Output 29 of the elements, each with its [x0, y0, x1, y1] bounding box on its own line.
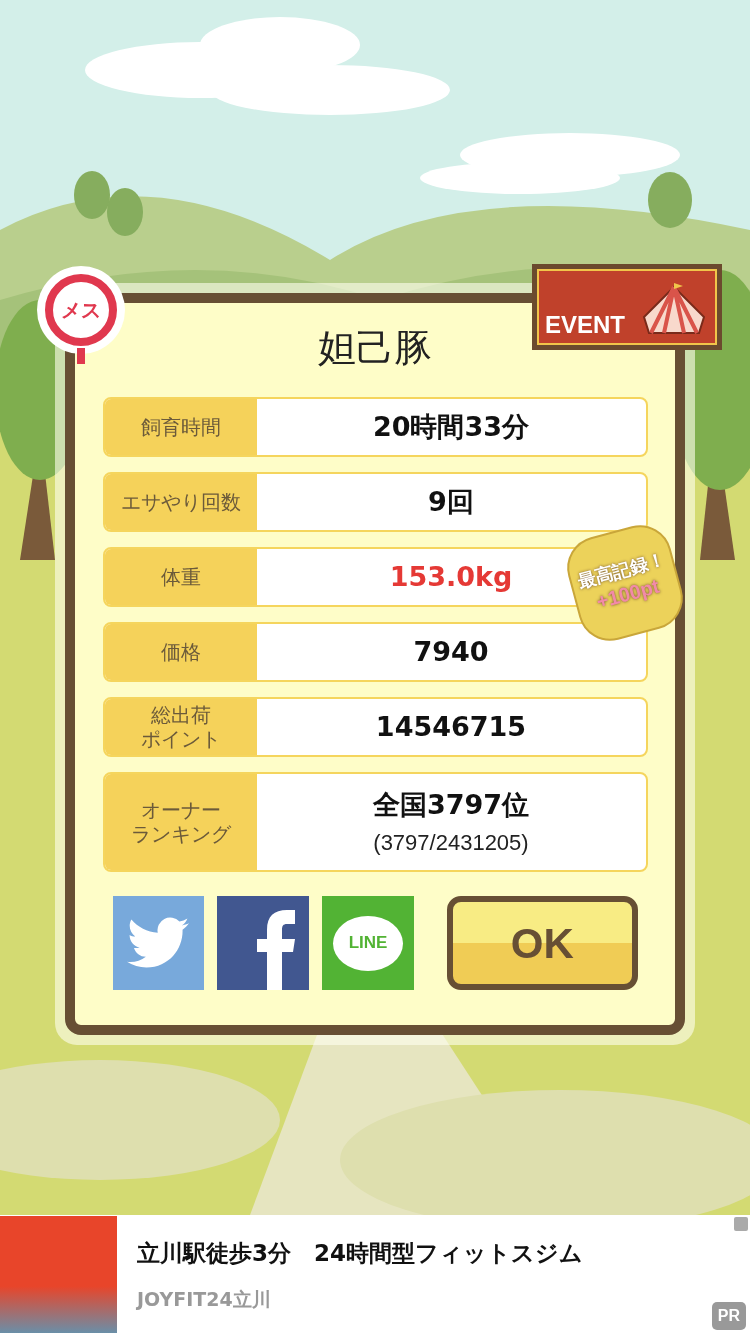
stat-label: 飼育時間	[104, 399, 257, 455]
stat-label: オーナー ランキング	[104, 774, 257, 870]
stat-subvalue: (3797/2431205)	[373, 828, 529, 857]
trees-drawing	[74, 171, 143, 236]
twitter-share-button[interactable]	[112, 896, 205, 990]
speech-bubble: LINE	[333, 915, 404, 971]
stat-value: 20時間33分	[372, 409, 530, 444]
letter-f-icon	[257, 910, 298, 990]
dialog-title: 妲己豚	[318, 329, 432, 367]
stat-label: 価格	[104, 624, 257, 680]
bird-icon	[127, 916, 190, 970]
stat-value: 153.0kg	[389, 559, 513, 594]
ad-title: 立川駅徒歩3分 24時間型フィットスジム	[137, 1239, 583, 1268]
stat-value: 全国3797位	[372, 788, 530, 823]
tree	[648, 172, 692, 228]
stat-label: エサやり回数	[104, 474, 257, 530]
ad-banner[interactable]: 立川駅徒歩3分 24時間型フィットスジム JOYFIT24立川 PR	[0, 1215, 750, 1334]
pr-label: PR	[711, 1302, 746, 1330]
line-share-button[interactable]: LINE	[322, 896, 414, 990]
stat-value: 14546715	[375, 709, 527, 744]
ad-advertiser: JOYFIT24立川	[137, 1286, 272, 1312]
stat-label: 総出荷 ポイント	[104, 699, 257, 755]
stat-label: 体重	[104, 549, 257, 605]
stat-value: 7940	[413, 634, 489, 669]
event-label: EVENT	[545, 313, 625, 337]
facebook-share-button[interactable]	[217, 896, 310, 990]
ok-button[interactable]: OK	[446, 896, 638, 990]
stat-value: 9回	[428, 484, 474, 519]
info-icon[interactable]	[734, 1217, 748, 1231]
